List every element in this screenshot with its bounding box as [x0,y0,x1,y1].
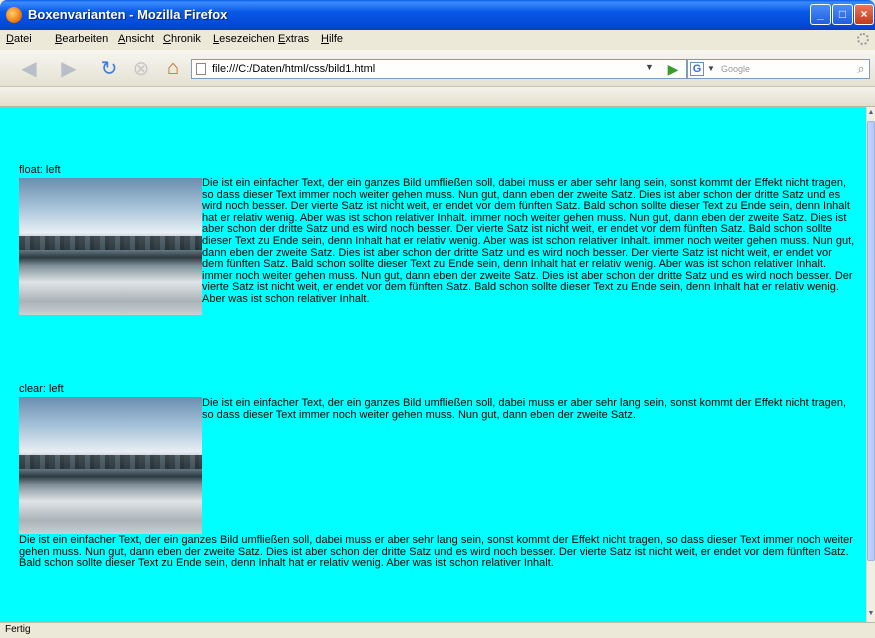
url-text: file:///C:/Daten/html/css/bild1.html [212,63,376,75]
float-text-block: Die ist ein einfacher Text, der ein ganz… [19,177,855,315]
menu-bar: Datei Bearbeiten Ansicht Chronik Lesezei… [0,30,875,50]
back-arrow-icon[interactable]: ◀ [14,56,44,80]
landscape-photo-2 [19,397,202,534]
magnifier-icon[interactable]: ⌕ [852,60,870,78]
search-engine-dropdown-icon[interactable]: ▼ [707,64,715,73]
vertical-scrollbar[interactable]: ▲ ▼ [866,107,875,622]
throbber-icon [857,33,869,45]
clear-bottom-paragraph: Die ist ein einfacher Text, der ein ganz… [19,534,853,570]
menu-ansicht[interactable]: Ansicht [118,33,154,45]
clear-top-paragraph: Die ist ein einfacher Text, der ein ganz… [202,397,847,421]
title-bar: Boxenvarianten - Mozilla Firefox _ □ × [0,0,875,30]
float-paragraph: Die ist ein einfacher Text, der ein ganz… [202,177,855,305]
menu-hilfe[interactable]: Hilfe [321,33,343,45]
status-bar: Fertig [0,622,875,638]
maximize-button[interactable]: □ [832,4,853,25]
reload-icon[interactable]: ↻ [96,56,122,80]
scroll-up-icon[interactable]: ▲ [867,109,875,119]
status-text: Fertig [5,624,31,635]
search-input[interactable]: G ▼ Google ⌕ [687,59,870,79]
url-dropdown-icon[interactable]: ▼ [645,62,654,72]
scroll-thumb[interactable] [867,121,875,561]
search-engine-icon[interactable]: G [690,62,704,76]
page-content: float: left Die ist ein einfacher Text, … [0,107,866,622]
menu-extras[interactable]: Extras [278,33,309,45]
search-placeholder: Google [721,64,751,74]
firefox-icon [6,7,22,23]
menu-bearbeiten[interactable]: Bearbeiten [55,33,108,45]
close-button[interactable]: × [854,4,874,25]
menu-chronik[interactable]: Chronik [163,33,201,45]
bookmarks-toolbar [0,87,875,107]
scroll-down-icon[interactable]: ▼ [867,610,875,620]
menu-lesezeichen[interactable]: Lesezeichen [213,33,275,45]
menu-datei[interactable]: Datei [6,33,32,45]
address-bar[interactable]: file:///C:/Daten/html/css/bild1.html [191,59,687,79]
float-left-label: float: left [19,164,61,176]
window-title: Boxenvarianten - Mozilla Firefox [28,7,228,22]
landscape-photo-1 [19,178,202,315]
go-arrow-icon[interactable]: ▶ [664,60,682,78]
page-icon [196,63,206,75]
home-icon[interactable]: ⌂ [160,56,186,80]
clear-left-label: clear: left [19,383,64,395]
stop-icon[interactable]: ⊗ [128,56,154,80]
minimize-button[interactable]: _ [810,4,831,25]
forward-arrow-icon[interactable]: ▶ [54,56,84,80]
